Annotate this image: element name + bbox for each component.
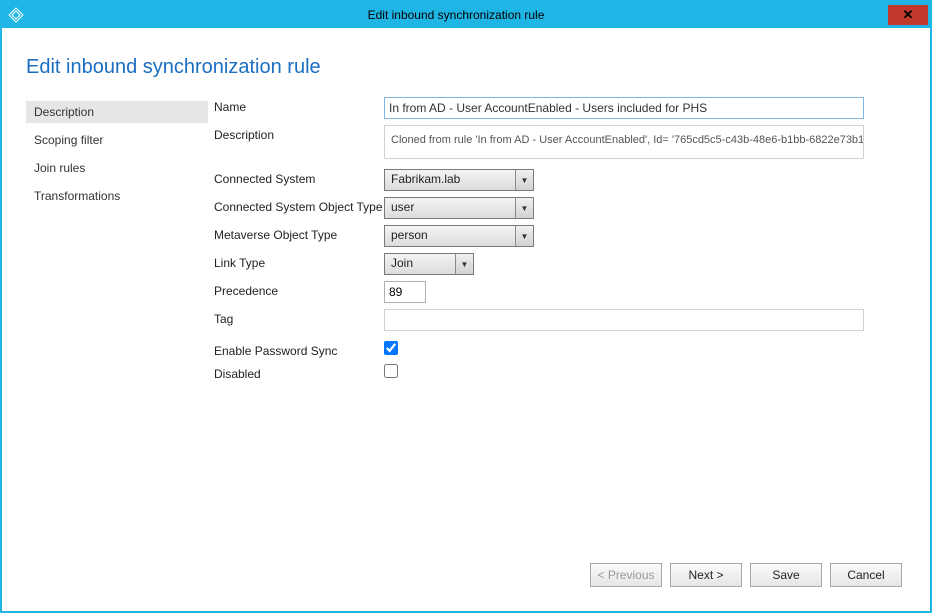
nav-scoping-filter[interactable]: Scoping filter: [26, 129, 208, 151]
row-link-type: Link Type Join ▼: [214, 253, 906, 275]
chevron-down-icon: ▼: [521, 176, 529, 185]
app-icon: [8, 7, 24, 23]
form-area: Name Description Cloned from rule 'In fr…: [208, 97, 906, 551]
tag-input[interactable]: [384, 309, 864, 331]
close-icon: ✕: [903, 7, 914, 23]
row-connected-system: Connected System Fabrikam.lab ▼: [214, 169, 906, 191]
mv-object-type-select[interactable]: person ▼: [384, 225, 534, 247]
disabled-checkbox[interactable]: [384, 364, 398, 378]
chevron-down-icon: ▼: [521, 232, 529, 241]
description-input[interactable]: Cloned from rule 'In from AD - User Acco…: [384, 125, 864, 159]
titlebar: Edit inbound synchronization rule ✕: [2, 2, 930, 28]
nav-transformations[interactable]: Transformations: [26, 185, 208, 207]
chevron-down-icon: ▼: [461, 260, 469, 269]
button-row: < Previous Next > Save Cancel: [26, 551, 906, 599]
label-connected-system: Connected System: [214, 169, 384, 186]
row-description: Description Cloned from rule 'In from AD…: [214, 125, 906, 159]
link-type-select[interactable]: Join ▼: [384, 253, 474, 275]
label-description: Description: [214, 125, 384, 142]
body-row: Description Scoping filter Join rules Tr…: [26, 97, 906, 551]
dropdown-button[interactable]: ▼: [515, 198, 533, 218]
row-enable-pwd-sync: Enable Password Sync: [214, 341, 906, 358]
label-precedence: Precedence: [214, 281, 384, 298]
next-button[interactable]: Next >: [670, 563, 742, 587]
precedence-input[interactable]: [384, 281, 426, 303]
label-name: Name: [214, 97, 384, 114]
connected-system-value: Fabrikam.lab: [385, 170, 515, 190]
row-cs-object-type: Connected System Object Type user ▼: [214, 197, 906, 219]
row-tag: Tag: [214, 309, 906, 331]
save-button[interactable]: Save: [750, 563, 822, 587]
window-title: Edit inbound synchronization rule: [24, 8, 888, 22]
wizard-nav: Description Scoping filter Join rules Tr…: [26, 97, 208, 551]
content-area: Edit inbound synchronization rule Descri…: [2, 28, 930, 611]
label-enable-pwd-sync: Enable Password Sync: [214, 341, 384, 358]
dropdown-button[interactable]: ▼: [455, 254, 473, 274]
enable-pwd-sync-checkbox[interactable]: [384, 341, 398, 355]
label-mv-object-type: Metaverse Object Type: [214, 225, 384, 242]
previous-button[interactable]: < Previous: [590, 563, 662, 587]
dropdown-button[interactable]: ▼: [515, 170, 533, 190]
label-cs-object-type: Connected System Object Type: [214, 197, 384, 214]
link-type-value: Join: [385, 254, 455, 274]
cs-object-type-select[interactable]: user ▼: [384, 197, 534, 219]
row-disabled: Disabled: [214, 364, 906, 381]
connected-system-select[interactable]: Fabrikam.lab ▼: [384, 169, 534, 191]
page-title: Edit inbound synchronization rule: [26, 56, 906, 79]
label-tag: Tag: [214, 309, 384, 326]
label-link-type: Link Type: [214, 253, 384, 270]
mv-object-type-value: person: [385, 226, 515, 246]
chevron-down-icon: ▼: [521, 204, 529, 213]
label-disabled: Disabled: [214, 364, 384, 381]
cs-object-type-value: user: [385, 198, 515, 218]
row-precedence: Precedence: [214, 281, 906, 303]
window: Edit inbound synchronization rule ✕ Edit…: [0, 0, 932, 613]
row-name: Name: [214, 97, 906, 119]
nav-join-rules[interactable]: Join rules: [26, 157, 208, 179]
dropdown-button[interactable]: ▼: [515, 226, 533, 246]
row-mv-object-type: Metaverse Object Type person ▼: [214, 225, 906, 247]
close-button[interactable]: ✕: [888, 5, 928, 25]
name-input[interactable]: [384, 97, 864, 119]
nav-description[interactable]: Description: [26, 101, 208, 123]
cancel-button[interactable]: Cancel: [830, 563, 902, 587]
